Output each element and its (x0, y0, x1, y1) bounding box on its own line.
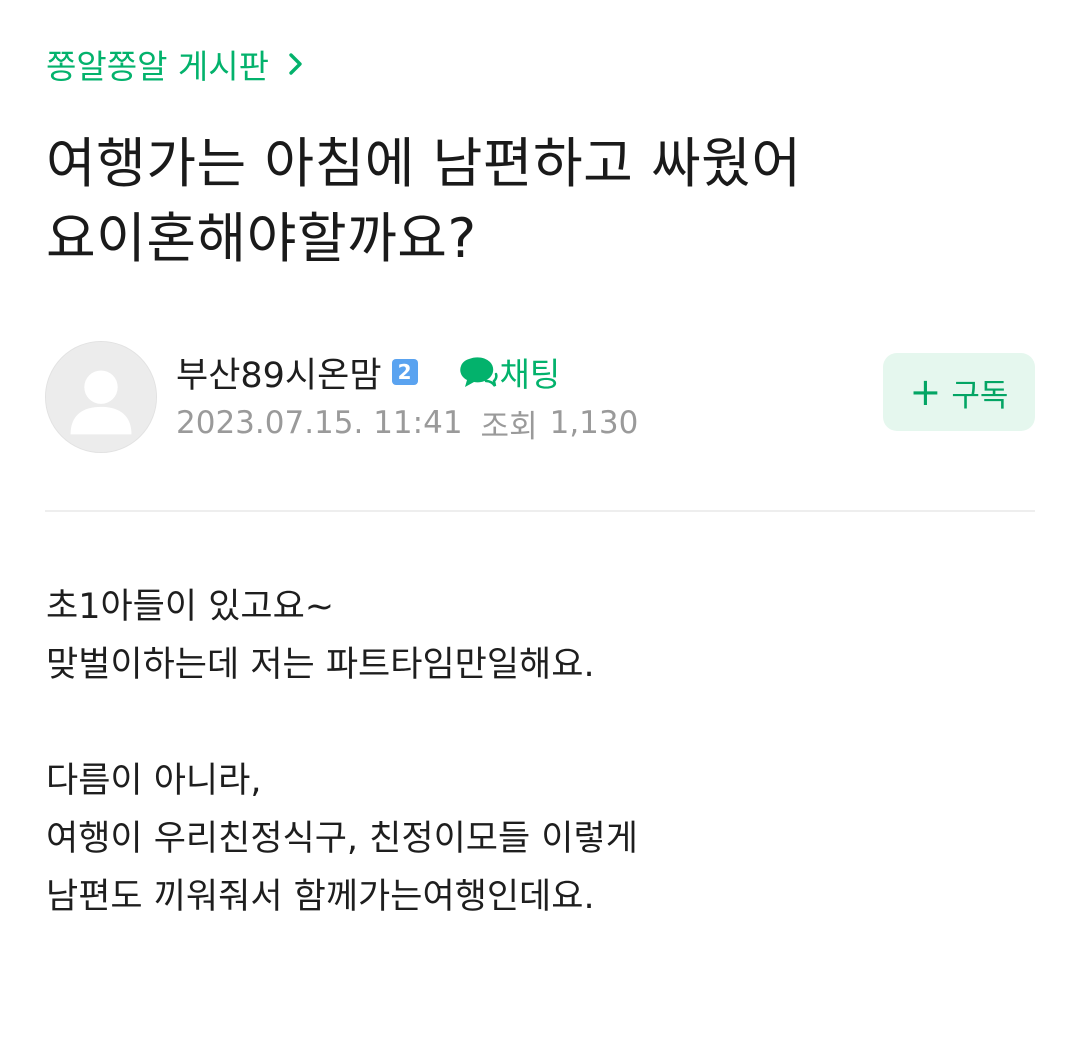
post-meta: 2023.07.15. 11:41 조회 1,130 (176, 401, 638, 445)
board-name: 쫑알쫑알 게시판 (46, 47, 270, 86)
post-title-line2: 요이혼해야할까요? (46, 207, 477, 270)
chevron-right-icon (289, 53, 302, 75)
post-title: 여행가는 아침에 남편하고 싸웠어 요이혼해야할까요? (46, 126, 1036, 276)
post-datetime: 2023.07.15. 11:41 (176, 405, 463, 441)
body-line: 남편도 끼워줘서 함께가는여행인데요. (46, 877, 595, 917)
chat-label: 채팅 (499, 355, 561, 394)
body-line: 맞벌이하는데 저는 파트타임만일해요. (46, 645, 595, 685)
author-row: 부산89시온맘 2 채팅 (176, 348, 560, 396)
body-line (46, 694, 1036, 752)
subscribe-button[interactable]: + 구독 (883, 353, 1035, 431)
author-level-badge: 2 (391, 359, 418, 385)
body-line: 여행이 우리친정식구, 친정이모들 이렇게 (46, 819, 638, 859)
board-breadcrumb-link[interactable]: 쫑알쫑알 게시판 (46, 40, 309, 88)
body-line: 초1아들이 있고요~ (46, 587, 335, 627)
header-divider (45, 510, 1035, 512)
body-line: 다름이 아니라, (46, 761, 262, 801)
post-title-line1: 여행가는 아침에 남편하고 싸웠어 (46, 132, 802, 195)
subscribe-label: 구독 (951, 377, 1009, 414)
chat-button[interactable]: 채팅 (456, 348, 561, 396)
speech-bubble-icon (459, 357, 498, 387)
post-body: 초1아들이 있고요~ 맞벌이하는데 저는 파트타임만일해요. 다름이 아니라, … (46, 578, 1036, 926)
author-avatar[interactable] (45, 341, 157, 453)
views-count: 1,130 (549, 405, 639, 441)
default-user-avatar-icon (46, 342, 156, 452)
author-name[interactable]: 부산89시온맘 (176, 347, 382, 398)
plus-icon: + (909, 370, 942, 414)
views-label: 조회 (480, 408, 538, 445)
